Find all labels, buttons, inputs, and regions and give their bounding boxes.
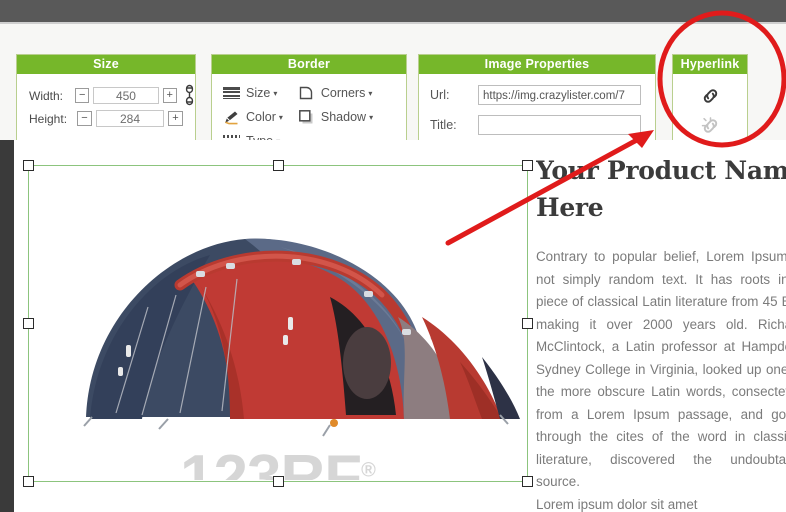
border-size-label: Size (246, 86, 271, 100)
width-label: Width: (29, 88, 64, 103)
resize-handle-top-center[interactable] (273, 160, 284, 171)
resize-handle-bottom-center[interactable] (273, 476, 284, 487)
height-label: Height: (29, 111, 68, 126)
image-editor-toolbar: Size Width: − 450 + Height: − 284 + Bord… (0, 24, 786, 158)
border-panel-title: Border (212, 55, 406, 74)
url-row: Url: https://img.crazylister.com/7 (419, 80, 655, 110)
aspect-ratio-lock-icon[interactable] (184, 84, 195, 108)
border-color-menu[interactable]: Color ▾ (222, 105, 283, 129)
chevron-down-icon: ▾ (369, 112, 374, 122)
product-title-line-1: Your Product Nam (536, 156, 786, 185)
title-row: Title: (419, 110, 655, 140)
height-increment-button[interactable]: + (168, 111, 183, 126)
hyperlink-panel-body (673, 74, 747, 141)
border-corners-label: Corners (320, 86, 366, 100)
border-corners-menu[interactable]: Corners ▾ (297, 81, 373, 105)
image-properties-body: Url: https://img.crazylister.com/7 Title… (419, 74, 655, 140)
resize-handle-middle-left[interactable] (23, 318, 34, 329)
width-increment-button[interactable]: + (162, 88, 177, 103)
title-label: Title: (430, 118, 457, 132)
product-body-paragraph-2: Lorem ipsum dolor sit amet (536, 496, 698, 512)
chevron-down-icon: ▾ (278, 112, 283, 122)
height-input[interactable]: 284 (96, 110, 164, 127)
border-shadow-menu[interactable]: Shadow ▾ (297, 105, 373, 129)
height-row: Height: − 284 + (29, 107, 195, 130)
url-label: Url: (430, 88, 450, 102)
title-input[interactable] (478, 115, 641, 135)
width-input[interactable]: 450 (93, 87, 159, 104)
shadow-square-icon (297, 109, 316, 126)
resize-handle-bottom-left[interactable] (23, 476, 34, 487)
size-panel-title: Size (17, 55, 195, 74)
resize-handle-top-left[interactable] (23, 160, 34, 171)
product-body-text: Contrary to popular belief, Lorem Ipsum … (536, 246, 786, 512)
size-panel-body: Width: − 450 + Height: − 284 + (17, 74, 195, 130)
pencil-icon (222, 109, 241, 126)
product-title-line-2: Here (536, 193, 604, 222)
window-topbar (0, 0, 786, 22)
link-icon[interactable] (699, 81, 722, 111)
unlink-icon[interactable] (699, 111, 722, 141)
hyperlink-panel-title: Hyperlink (673, 55, 747, 74)
width-decrement-button[interactable]: − (74, 88, 90, 103)
image-selection-box[interactable] (23, 160, 533, 487)
resize-handle-top-right[interactable] (522, 160, 533, 171)
chevron-down-icon: ▾ (273, 88, 278, 98)
border-size-icon (222, 85, 241, 102)
canvas-left-gutter (0, 140, 14, 512)
width-row: Width: − 450 + (29, 84, 195, 107)
chain-link-icon (185, 84, 194, 105)
url-input[interactable]: https://img.crazylister.com/7 (478, 85, 641, 105)
chevron-down-icon: ▾ (368, 88, 373, 98)
product-description-block[interactable]: Your Product Nam Here Contrary to popula… (536, 152, 786, 512)
height-decrement-button[interactable]: − (77, 111, 92, 126)
rounded-corner-icon (297, 85, 316, 102)
border-shadow-label: Shadow (320, 110, 367, 124)
image-properties-title: Image Properties (419, 55, 655, 74)
resize-handle-middle-right[interactable] (522, 318, 533, 329)
border-size-menu[interactable]: Size ▾ (222, 81, 283, 105)
resize-handle-bottom-right[interactable] (522, 476, 533, 487)
app-root: Size Width: − 450 + Height: − 284 + Bord… (0, 0, 786, 512)
border-color-label: Color (246, 110, 276, 124)
product-body-paragraph-1: Contrary to popular belief, Lorem Ipsum … (536, 249, 786, 489)
